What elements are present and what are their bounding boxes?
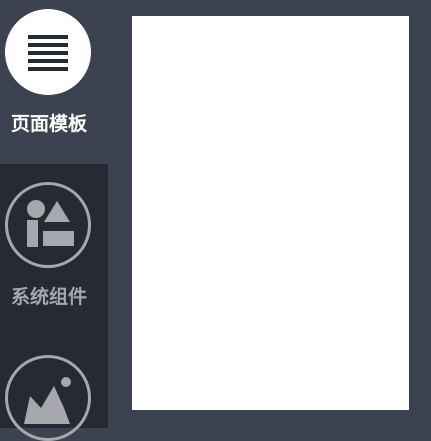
sidebar: 页面模板 系统组件 xyxy=(0,0,108,441)
shapes-icon xyxy=(27,200,74,247)
sidebar-item-label: 系统组件 xyxy=(10,286,87,308)
canvas-page[interactable] xyxy=(132,16,409,410)
sidebar-item-image[interactable] xyxy=(0,334,108,441)
image-icon-circle xyxy=(5,355,91,441)
sidebar-item-label: 页面模板 xyxy=(10,113,87,135)
sidebar-item-system-components[interactable]: 系统组件 xyxy=(0,164,108,334)
image-icon xyxy=(24,377,71,424)
system-components-icon-circle xyxy=(5,182,91,268)
sidebar-item-page-templates[interactable]: 页面模板 xyxy=(0,0,108,164)
lines-icon xyxy=(28,35,68,71)
page-templates-icon-circle xyxy=(5,9,91,95)
